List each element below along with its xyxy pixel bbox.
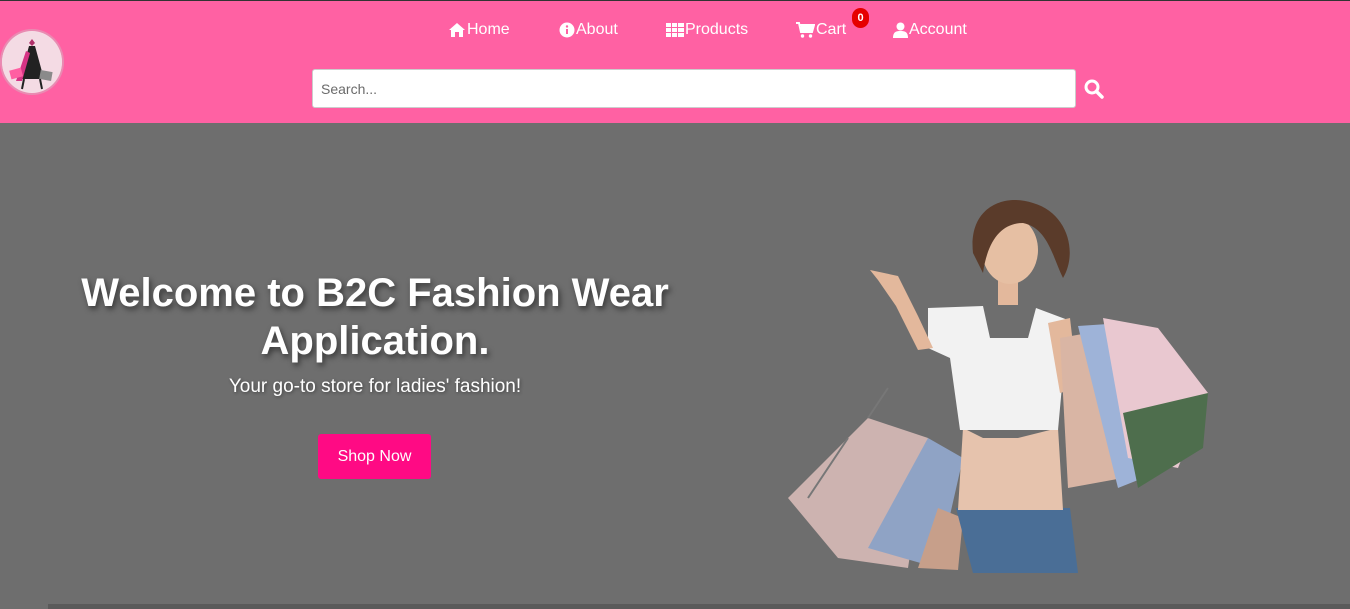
hero-subtitle: Your go-to store for ladies' fashion! (228, 376, 522, 397)
nav-cart[interactable]: Cart (796, 21, 846, 39)
main-nav: Home About Products Cart Account (0, 21, 1350, 45)
nav-about[interactable]: About (559, 21, 618, 39)
nav-about-label: About (576, 21, 618, 38)
search-icon (1084, 79, 1104, 99)
hero-model-image (788, 200, 1208, 573)
nav-account[interactable]: Account (893, 21, 967, 39)
site-header: Home About Products Cart Account 0 Searc… (0, 0, 1350, 123)
search-button[interactable] (1083, 78, 1105, 100)
user-icon (893, 22, 908, 38)
bottom-divider (48, 604, 1350, 609)
nav-cart-label: Cart (816, 21, 847, 38)
search-input[interactable] (312, 69, 1076, 108)
cart-count-badge: 0 (852, 8, 869, 28)
nav-account-label: Account (909, 21, 967, 38)
shop-now-button[interactable]: Shop Now (318, 434, 431, 479)
info-icon (559, 22, 575, 38)
cart-icon (796, 22, 815, 38)
nav-products[interactable]: Products (666, 21, 748, 39)
home-icon (449, 23, 465, 37)
nav-home[interactable]: Home (448, 21, 510, 39)
nav-home-label: Home (467, 21, 510, 38)
grid-icon (666, 23, 684, 37)
nav-products-label: Products (685, 21, 749, 38)
hero-banner: Welcome to B2C Fashion Wear Application.… (0, 123, 1350, 609)
hero-title: Welcome to B2C Fashion Wear Application. (81, 271, 669, 363)
